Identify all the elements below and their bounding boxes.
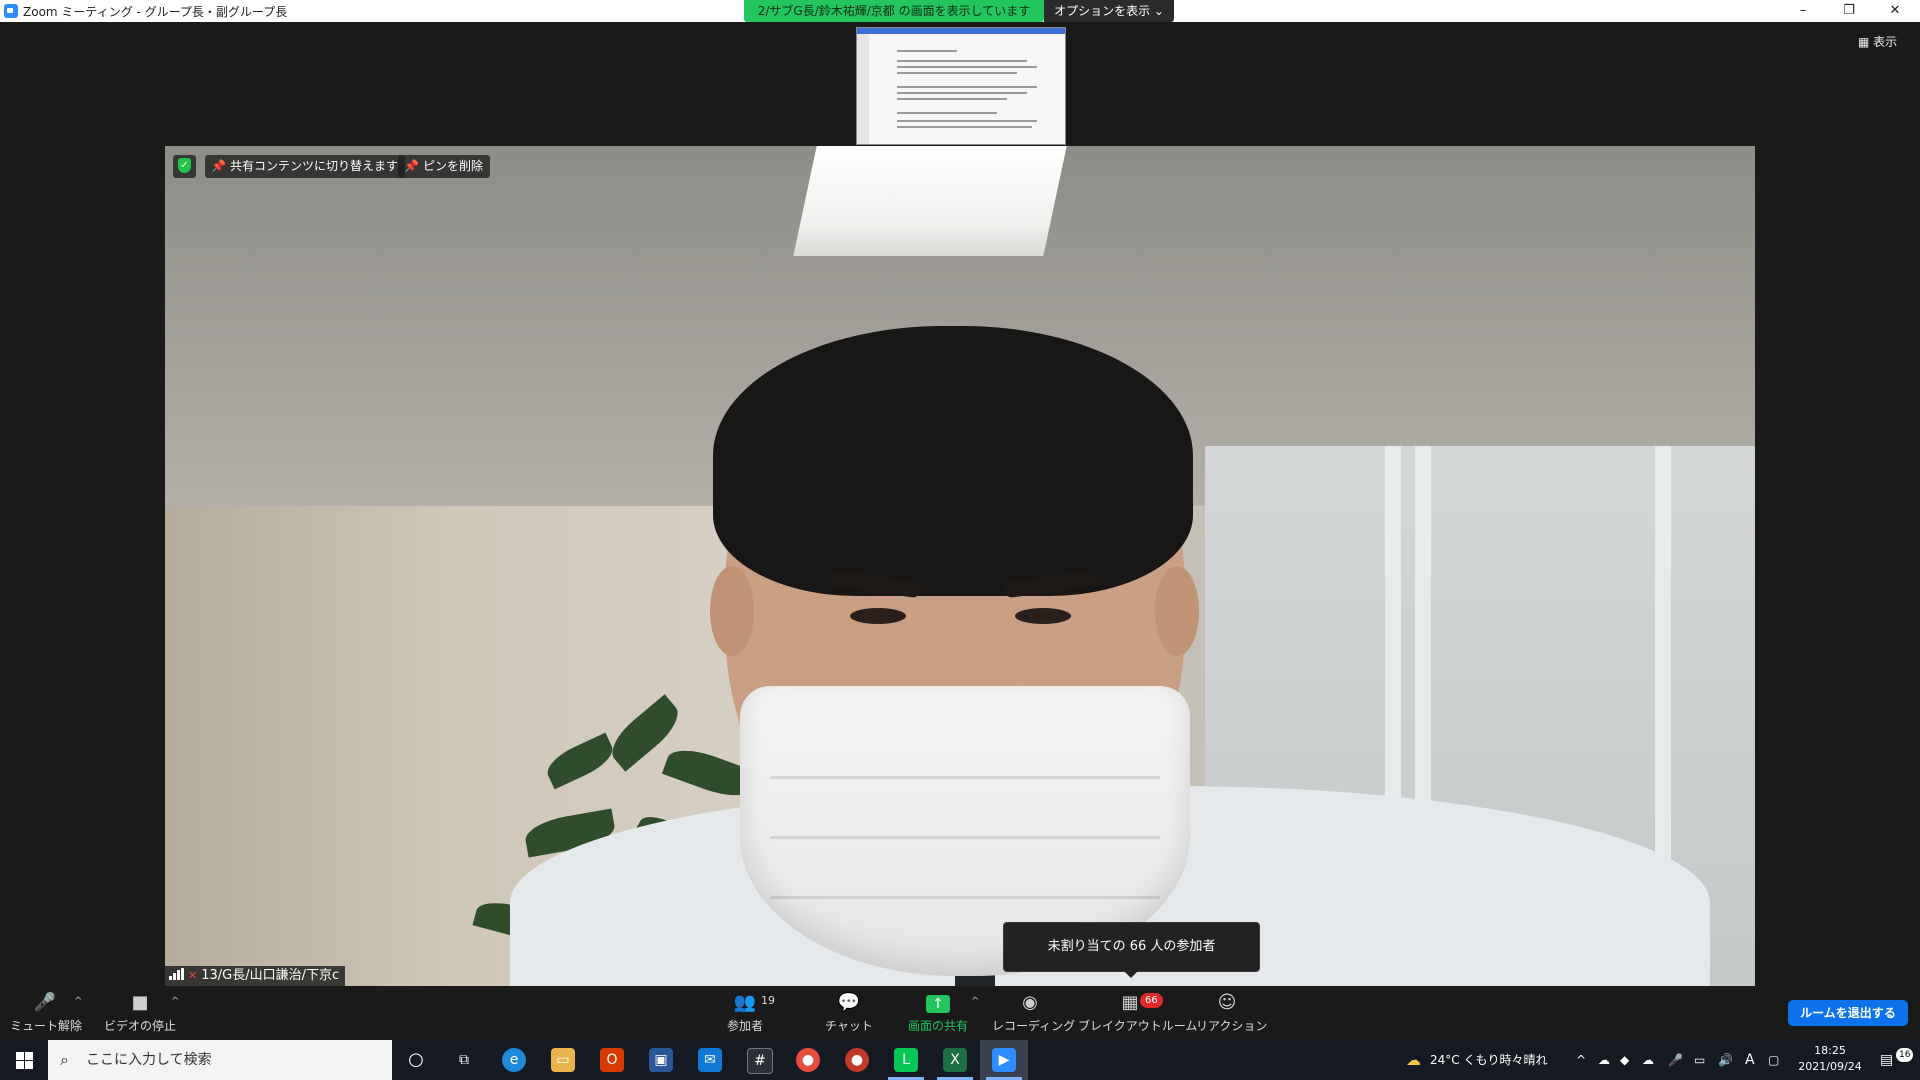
microsoft-store-icon[interactable]: ▣	[649, 1048, 673, 1072]
reactions-label: リアクション	[1196, 1019, 1268, 1033]
windows-taskbar: ⌕ ここに入力して検索 ○ ⧉ e ▭ O ▣ ✉ # ● ● L X ▶ ☁ …	[0, 1040, 1920, 1080]
unmute-label: ミュート解除	[10, 1019, 83, 1033]
switch-label: 共有コンテンツに切り替えます	[229, 159, 398, 173]
ime-indicator[interactable]: A	[1745, 1040, 1755, 1080]
dropbox-icon: ◆	[1620, 1053, 1630, 1067]
breakout-rooms-icon: ▦	[1121, 992, 1139, 1013]
share-screen-label: 画面の共有	[907, 1019, 968, 1033]
screen-share-banner: 2/サブG長/鈴木祐輝/京都 の画面を表示しています	[744, 0, 1044, 22]
smiley-plus-icon: ☺	[1217, 992, 1237, 1013]
muted-microphone-icon: 🎤	[33, 992, 57, 1013]
pin-icon: 📌	[404, 159, 419, 173]
cortana-icon[interactable]: ○	[404, 1048, 428, 1072]
pin-icon: 📌	[211, 159, 226, 173]
weather-cloud-sun-icon: ☁	[1406, 1051, 1421, 1069]
excel-icon[interactable]: X	[943, 1048, 967, 1072]
video-options-caret-icon[interactable]: ^	[171, 996, 179, 1007]
view-button-label: 表示	[1873, 35, 1898, 49]
tray-overflow-chevron-icon[interactable]: ^	[1576, 1040, 1586, 1080]
office-icon[interactable]: O	[600, 1048, 624, 1072]
line-app-icon[interactable]: L	[894, 1048, 918, 1072]
zoom-app-icon	[4, 4, 18, 18]
unpin-button[interactable]: 📌 ピンを削除	[398, 155, 490, 178]
keyboard-icon[interactable]: ▢	[1768, 1040, 1779, 1080]
unassigned-participants-tooltip: 未割り当ての 66 人の参加者	[1003, 922, 1260, 978]
meeting-toolbar: 🎤 ミュート解除 ^ ■ ビデオの停止 ^ 👥 参加者 19 💬 チャット ↑ …	[0, 986, 1920, 1040]
main-video	[165, 146, 1755, 986]
minimize-button[interactable]: –	[1780, 0, 1826, 22]
clock-date: 2021/09/24	[1798, 1060, 1862, 1073]
breakout-rooms-button[interactable]: ▦ ブレイクアウトルーム	[1078, 992, 1198, 1038]
cloud-icon: ☁	[1642, 1053, 1654, 1067]
switch-to-shared-content-button[interactable]: 📌 共有コンテンツに切り替えます	[205, 155, 405, 178]
weather-text[interactable]: 24°C くもり時々晴れ	[1430, 1040, 1547, 1080]
network-icon[interactable]: ▭	[1694, 1040, 1705, 1080]
chat-bubble-icon: 💬	[837, 992, 861, 1013]
share-screen-button[interactable]: ↑ 画面の共有	[902, 992, 974, 1038]
search-placeholder: ここに入力して検索	[86, 1052, 212, 1068]
video-camera-icon: ■	[131, 992, 149, 1013]
participants-count: 19	[761, 994, 775, 1007]
microphone-icon: 🎤	[1668, 1053, 1683, 1067]
shared-screen-thumbnail[interactable]	[856, 27, 1066, 145]
clock-time: 18:25	[1814, 1044, 1846, 1057]
unpin-label: ピンを削除	[422, 159, 483, 173]
security-shield-icon[interactable]	[173, 155, 196, 178]
record-icon: ◉	[1022, 992, 1038, 1013]
search-icon: ⌕	[60, 1050, 69, 1069]
participant-name: 13/G長/山口謙治/下京c	[201, 968, 340, 983]
notification-count-badge: 16	[1896, 1048, 1914, 1062]
chat-button[interactable]: 💬 チャット	[818, 992, 880, 1038]
recording-button[interactable]: ◉ レコーディング	[992, 992, 1076, 1038]
chat-label: チャット	[825, 1019, 873, 1033]
windows-start-button[interactable]	[0, 1040, 48, 1080]
chrome-icon[interactable]: ●	[796, 1048, 820, 1072]
taskbar-clock[interactable]: 18:25 2021/09/24	[1790, 1043, 1870, 1075]
breakout-unassigned-badge: 66	[1140, 993, 1163, 1008]
view-options-button[interactable]: オプションを表示 ⌄	[1044, 0, 1174, 22]
zoom-taskbar-icon[interactable]: ▶	[992, 1048, 1016, 1072]
grid-icon: ▦	[1858, 35, 1870, 49]
slack-icon[interactable]: #	[747, 1048, 773, 1074]
stop-video-button[interactable]: ■ ビデオの停止	[100, 992, 180, 1038]
breakout-rooms-label: ブレイクアウトルーム	[1078, 1019, 1198, 1033]
share-options-caret-icon[interactable]: ^	[971, 996, 979, 1007]
taskbar-search-box[interactable]: ⌕ ここに入力して検索	[48, 1040, 392, 1080]
signal-strength-icon	[169, 968, 185, 980]
participant-name-tag: ✕ 13/G長/山口謙治/下京c	[165, 966, 346, 986]
reactions-button[interactable]: ☺ リアクション	[1196, 992, 1268, 1038]
window-title: Zoom ミーティング - グループ長・副グループ長	[23, 5, 288, 19]
file-explorer-icon[interactable]: ▭	[551, 1048, 575, 1072]
leave-room-button[interactable]: ルームを退出する	[1788, 1000, 1908, 1026]
chrome-profile-icon[interactable]: ●	[845, 1048, 869, 1072]
onedrive-icon: ☁	[1598, 1053, 1610, 1067]
participants-label: 参加者	[726, 1019, 763, 1033]
notification-center-icon[interactable]: ▤	[1880, 1040, 1893, 1080]
view-button[interactable]: ▦ 表示	[1858, 33, 1897, 50]
edge-browser-icon[interactable]: e	[502, 1048, 526, 1072]
muted-mic-icon: ✕	[188, 969, 198, 982]
unmute-button[interactable]: 🎤 ミュート解除	[10, 992, 83, 1038]
volume-icon[interactable]: 🔊	[1718, 1040, 1733, 1080]
audio-options-caret-icon[interactable]: ^	[74, 996, 82, 1007]
share-screen-arrow-icon: ↑	[926, 995, 950, 1013]
recording-label: レコーディング	[992, 1019, 1076, 1033]
close-button[interactable]: ✕	[1872, 0, 1918, 22]
mail-icon[interactable]: ✉	[698, 1048, 722, 1072]
stop-video-label: ビデオの停止	[103, 1019, 176, 1033]
task-view-icon[interactable]: ⧉	[452, 1048, 476, 1072]
restore-button[interactable]: ❐	[1826, 0, 1872, 22]
